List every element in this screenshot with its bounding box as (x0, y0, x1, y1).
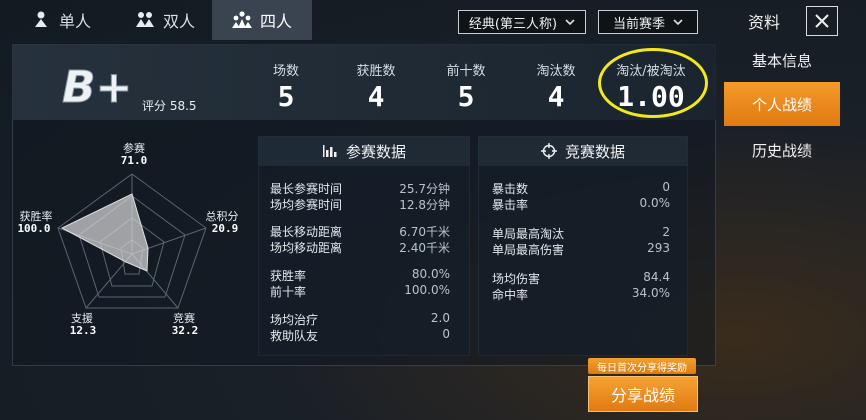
stat-value: 4 (367, 80, 385, 113)
stat-label: 场数 (272, 64, 299, 79)
participation-panel-title: 参赛数据 (345, 142, 406, 161)
close-icon (815, 14, 829, 28)
stat-row-value: 0 (442, 327, 450, 341)
tab-squad[interactable]: 四人 (212, 0, 312, 40)
stat-row-label: 暴击数 (492, 182, 529, 196)
stat-row-value: 80.0% (411, 267, 450, 281)
stat-row-label: 场均伤害 (492, 272, 541, 286)
competition-panel-title: 竞赛数据 (564, 142, 625, 161)
side-item-history-record[interactable]: 历史战绩 (724, 128, 840, 172)
stat-row-label: 最长参赛时间 (270, 182, 343, 196)
radar-axis (85, 253, 133, 309)
season-dropdown[interactable]: 当前赛季 (598, 10, 698, 34)
radar-axis-value: 20.9 (211, 222, 239, 235)
tab-duo[interactable]: 双人 (118, 0, 212, 40)
stat-row-value: 0.0% (639, 196, 671, 210)
bar-chart-icon (322, 145, 337, 157)
squad-person-icon (231, 11, 252, 28)
season-dropdown-value: 当前赛季 (612, 16, 665, 32)
stat-row-label: 场均移动距离 (270, 241, 343, 255)
stat-value: 5 (457, 80, 475, 113)
stat-row-label: 场均参赛时间 (270, 198, 343, 212)
highlight-annotation (598, 48, 708, 118)
rating: 评分 58.5 (142, 97, 197, 114)
tab-solo-label: 单人 (58, 12, 91, 31)
duo-person-icon (135, 12, 154, 27)
tab-solo[interactable]: 单人 (18, 0, 104, 40)
share-reward-banner: 每日首次分享得奖励 (588, 358, 696, 374)
side-panel-title: 资料 (748, 13, 781, 32)
radar-axis-value: 100.0 (17, 222, 51, 235)
crosshair-icon (540, 143, 557, 159)
stat-row-value: 293 (647, 241, 670, 255)
stat-row-value: 25.7分钟 (399, 182, 450, 196)
stat-row-value: 84.4 (643, 270, 670, 284)
stat-row-value: 100.0% (404, 283, 450, 297)
chevron-down-icon (673, 19, 683, 26)
radar-chart: 参赛 71.0 总积分 20.9 竞赛 32.2 支援 12.3 获胜率 100… (14, 136, 250, 337)
solo-person-icon (34, 11, 47, 27)
stat-row-label: 单局最高淘汰 (492, 227, 565, 241)
stat-row-label: 单局最高伤害 (492, 243, 565, 257)
share-record-button[interactable]: 分享战绩 (588, 376, 698, 412)
tab-duo-label: 双人 (162, 12, 195, 31)
radar-axis-value: 12.3 (69, 324, 97, 337)
grade-letter: B+ (62, 62, 132, 108)
side-item-personal-record[interactable]: 个人战绩 (724, 82, 840, 126)
stat-label: 前十数 (446, 64, 486, 79)
mode-tab-bar: 单人 双人 四人 (0, 0, 440, 40)
stat-row-label: 暴击率 (492, 198, 529, 212)
stat-row-label: 最长移动距离 (270, 225, 343, 239)
participation-panel-header: 参赛数据 (258, 136, 470, 166)
rating-value: 58.5 (169, 99, 197, 113)
stat-row-value: 6.70千米 (399, 225, 450, 239)
radar-axis-value: 32.2 (171, 324, 199, 337)
stat-row-label: 命中率 (492, 288, 529, 302)
stat-row-label: 救助队友 (270, 329, 319, 343)
mode-dropdown-value: 经典(第三人称) (468, 16, 558, 32)
stat-row-value: 2 (662, 225, 670, 239)
stat-row-value: 2.40千米 (399, 241, 450, 255)
stat-label: 淘汰数 (536, 64, 576, 79)
mode-dropdown[interactable]: 经典(第三人称) (458, 10, 586, 34)
competition-panel-header: 竞赛数据 (478, 136, 688, 166)
stat-row-value: 34.0% (631, 286, 670, 300)
stat-row-value: 0 (662, 180, 670, 194)
radar-axis-value: 71.0 (120, 154, 148, 167)
rating-label: 评分 (142, 99, 167, 113)
stat-value: 5 (277, 80, 295, 113)
stat-row-label: 场均治疗 (270, 313, 319, 327)
chevron-down-icon (565, 19, 575, 26)
stat-value: 4 (547, 80, 565, 113)
stat-row-value: 2.0 (430, 311, 450, 325)
side-item-basic-info[interactable]: 基本信息 (724, 38, 840, 82)
tab-squad-label: 四人 (259, 12, 292, 31)
stat-row-label: 获胜率 (270, 269, 307, 283)
stat-row-label: 前十率 (270, 285, 307, 299)
stat-row-value: 12.8分钟 (399, 198, 450, 212)
stat-label: 获胜数 (356, 64, 396, 79)
close-button[interactable] (806, 6, 838, 36)
